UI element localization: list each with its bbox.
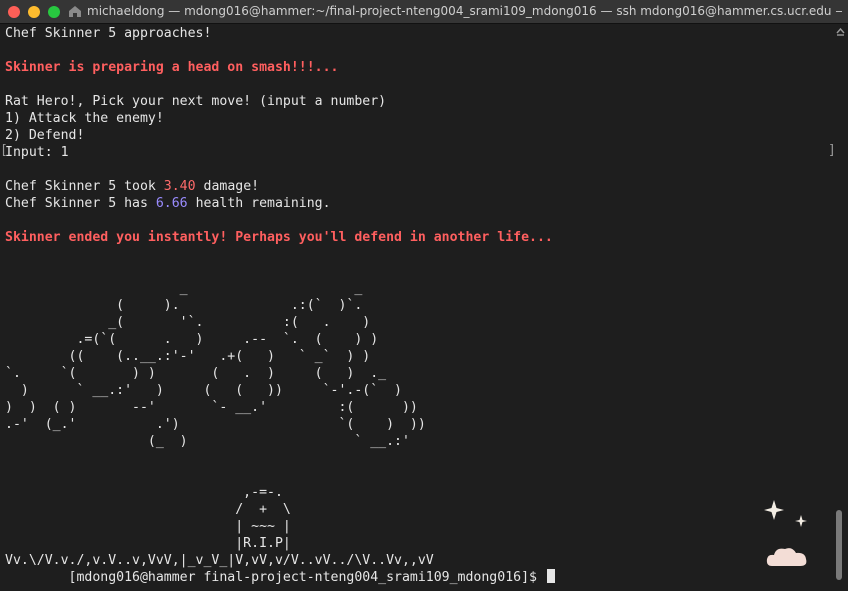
health-prefix: Chef Skinner 5 has xyxy=(5,196,156,211)
ascii-art-line: .=(`( . ) .-- `. ( ) ) xyxy=(5,332,379,347)
mark-bracket-left: [ xyxy=(0,143,8,158)
moon-stars-cloud-decoration-icon xyxy=(764,478,807,566)
ascii-art-line: ( ). .:(` )`. xyxy=(5,298,363,313)
ascii-art-line: ) ` __.:' ) ( ( )) `-'.-(` ) xyxy=(5,383,402,398)
ascii-art-line: `. `( ) ) ( . ) ( ) ._ xyxy=(5,366,387,381)
prompt-line: Rat Hero!, Pick your next move! (input a… xyxy=(5,94,387,109)
damage-prefix: Chef Skinner 5 took xyxy=(5,179,164,194)
damage-line: Chef Skinner 5 took 3.40 damage! xyxy=(5,178,259,195)
mark-bracket-right: ] xyxy=(828,143,836,158)
ascii-art-line: ) ) ( ) --' `- __.' :( )) xyxy=(5,400,418,415)
approach-line: Chef Skinner 5 approaches! xyxy=(5,26,212,41)
ascii-art-line: (_ ) ` __.:' xyxy=(5,434,410,449)
health-suffix: health remaining. xyxy=(187,196,331,211)
shell-prompt-line[interactable]: [mdong016@hammer final-project-nteng004_… xyxy=(5,569,555,586)
maximize-button[interactable] xyxy=(48,6,60,18)
scrollbar-thumb[interactable] xyxy=(836,510,842,580)
minimize-button[interactable] xyxy=(28,6,40,18)
health-line: Chef Skinner 5 has 6.66 health remaining… xyxy=(5,195,331,212)
text-cursor xyxy=(546,569,555,583)
ascii-art-line: _ _ xyxy=(5,281,363,296)
damage-value: 3.40 xyxy=(163,179,196,194)
preparing-line: Skinner is preparing a head on smash!!!.… xyxy=(5,60,339,75)
ascii-art-line: ,-=-. xyxy=(5,485,283,500)
ascii-art-line: (( (..__.:'-' .+( ) ` _` ) ) xyxy=(5,349,371,364)
scroll-up-arrow-icon[interactable] xyxy=(836,27,845,37)
ascii-art-line: .-' (_.' .') `( ) )) xyxy=(5,417,426,432)
home-folder-icon xyxy=(69,6,81,17)
window-title: michaeldong — mdong016@hammer:~/final-pr… xyxy=(87,4,842,18)
damage-suffix: damage! xyxy=(195,179,260,194)
terminal-output[interactable]: Chef Skinner 5 approaches! Skinner is pr… xyxy=(5,25,825,591)
ascii-art-line: Vv.\/V.v./,v.V..v,VvV,|_v_V_|V,vV,v/V..v… xyxy=(5,553,434,568)
shell-prompt: [mdong016@hammer final-project-nteng004_… xyxy=(5,570,545,585)
health-value: 6.66 xyxy=(155,196,188,211)
input-line: Input: 1 xyxy=(5,145,69,160)
ended-line: Skinner ended you instantly! Perhaps you… xyxy=(5,230,553,245)
option-defend: 2) Defend! xyxy=(5,128,85,143)
ascii-art-line: |R.I.P| xyxy=(5,536,291,551)
ascii-art-line: _( '`. :( . ) xyxy=(5,315,371,330)
title-bar: michaeldong — mdong016@hammer:~/final-pr… xyxy=(0,0,848,24)
close-button[interactable] xyxy=(8,6,20,18)
ascii-art-line: / + \ xyxy=(5,502,291,517)
ascii-art-line: | ~~~ | xyxy=(5,519,291,534)
option-attack: 1) Attack the enemy! xyxy=(5,111,164,126)
